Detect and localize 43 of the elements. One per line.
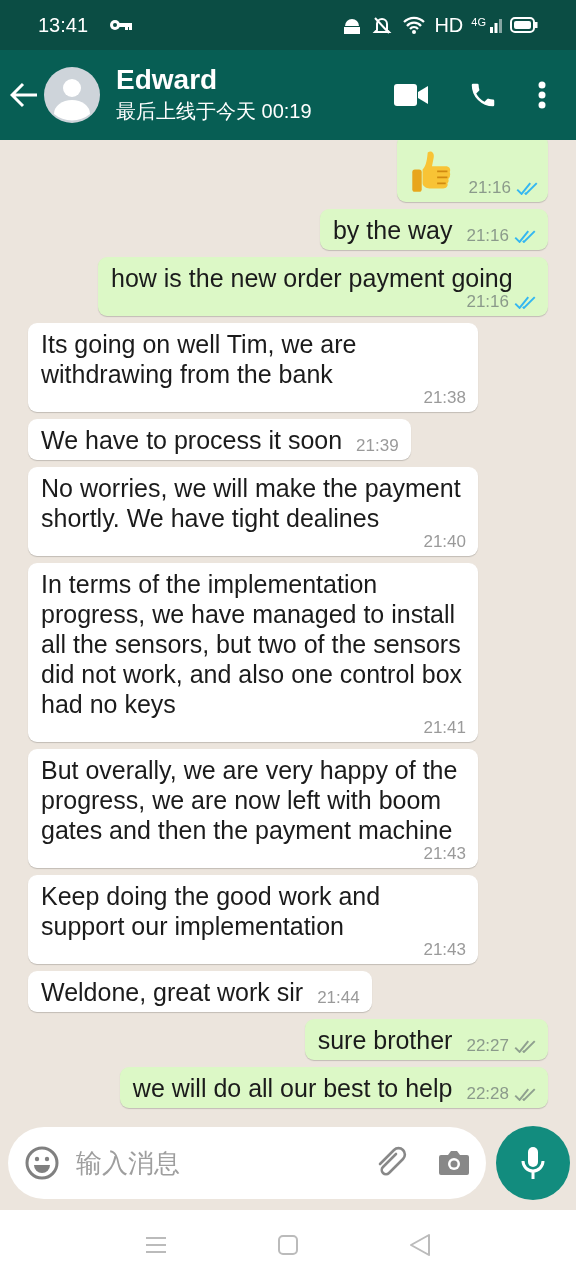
message-time: 21:43	[423, 845, 466, 863]
emoji-icon[interactable]	[24, 1145, 60, 1181]
network-text: 4G	[471, 17, 486, 28]
message-time: 21:16	[468, 179, 511, 197]
last-seen-text: 最后上线于今天 00:19	[116, 99, 313, 124]
message-text: Weldone, great work sir	[41, 977, 304, 1007]
message-text: No worries, we will make the payment shortly. We have tight dealines	[41, 473, 462, 533]
message-time: 21:43	[423, 941, 466, 959]
clock-text: 13:41	[38, 13, 89, 38]
message-text: by the way	[332, 215, 453, 245]
message-time: 21:16	[466, 227, 509, 245]
more-icon	[538, 81, 546, 109]
more-options-button[interactable]	[538, 81, 546, 109]
message-text: Keep doing the good work and support our implementation	[41, 881, 382, 941]
message-time: 22:27	[466, 1037, 509, 1055]
message-time: 22:28	[466, 1085, 509, 1103]
message-text: Its going on well Tim, we are withdrawing from the bank	[41, 329, 358, 389]
message-time: 21:38	[423, 389, 466, 407]
hd-text: HD	[434, 13, 464, 38]
battery-icon	[510, 17, 538, 33]
message-text: In terms of the implementation progress, we have managed to install all the sensors, but two of the sensors did not work, and also one control box had no keys	[41, 569, 464, 719]
message-time: 21:40	[423, 533, 466, 551]
microphone-icon	[520, 1145, 546, 1181]
video-call-button[interactable]	[394, 84, 428, 106]
message-text: We have to process it soon	[41, 425, 343, 455]
message-text: sure brother	[317, 1025, 453, 1055]
camera-icon[interactable]	[438, 1149, 470, 1177]
message-time: 21:44	[317, 989, 360, 1007]
wifi-icon	[402, 15, 427, 35]
message-text: how is the new order payment going	[111, 263, 513, 293]
message-time: 21:16	[466, 293, 509, 311]
key-icon	[110, 19, 133, 31]
back-button[interactable]	[10, 82, 38, 108]
signal-icon	[490, 17, 502, 33]
message-time: 21:41	[423, 719, 466, 737]
message-text: we will do all our best to help	[132, 1073, 453, 1103]
avatar-icon[interactable]	[44, 67, 100, 123]
video-camera-icon	[394, 84, 428, 106]
contact-name[interactable]: Edward	[116, 64, 394, 96]
message-text: But overally, we are very happy of the progress, we are now left with boom gates and then the payment machine	[41, 755, 459, 845]
message-time: 21:39	[356, 437, 399, 455]
message-composer-field[interactable]: 输入消息	[8, 1127, 486, 1199]
back-arrow-icon	[10, 82, 38, 108]
